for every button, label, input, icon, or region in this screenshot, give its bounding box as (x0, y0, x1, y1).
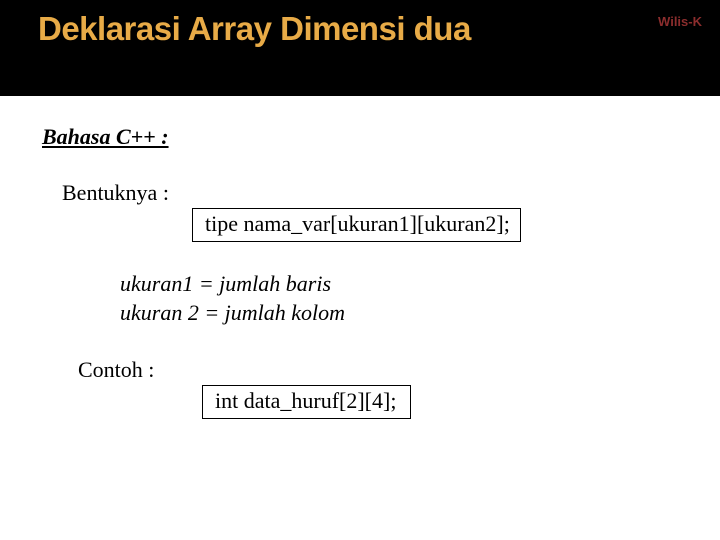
dimension-explanation: ukuran1 = jumlah baris ukuran 2 = jumlah… (120, 270, 678, 327)
slide-header: Deklarasi Array Dimensi dua Wilis-K (0, 0, 720, 96)
explain-cols: ukuran 2 = jumlah kolom (120, 299, 678, 328)
slide-content: Bahasa C++ : Bentuknya : tipe nama_var[u… (0, 96, 720, 419)
author-tag: Wilis-K (658, 14, 702, 29)
example-code-box: int data_huruf[2][4]; (202, 385, 411, 419)
syntax-declaration-box: tipe nama_var[ukuran1][ukuran2]; (192, 208, 521, 242)
language-section-label: Bahasa C++ : (42, 124, 678, 150)
example-label: Contoh : (78, 357, 678, 383)
slide-title: Deklarasi Array Dimensi dua (38, 10, 720, 48)
explain-rows: ukuran1 = jumlah baris (120, 270, 678, 299)
form-label: Bentuknya : (62, 180, 678, 206)
